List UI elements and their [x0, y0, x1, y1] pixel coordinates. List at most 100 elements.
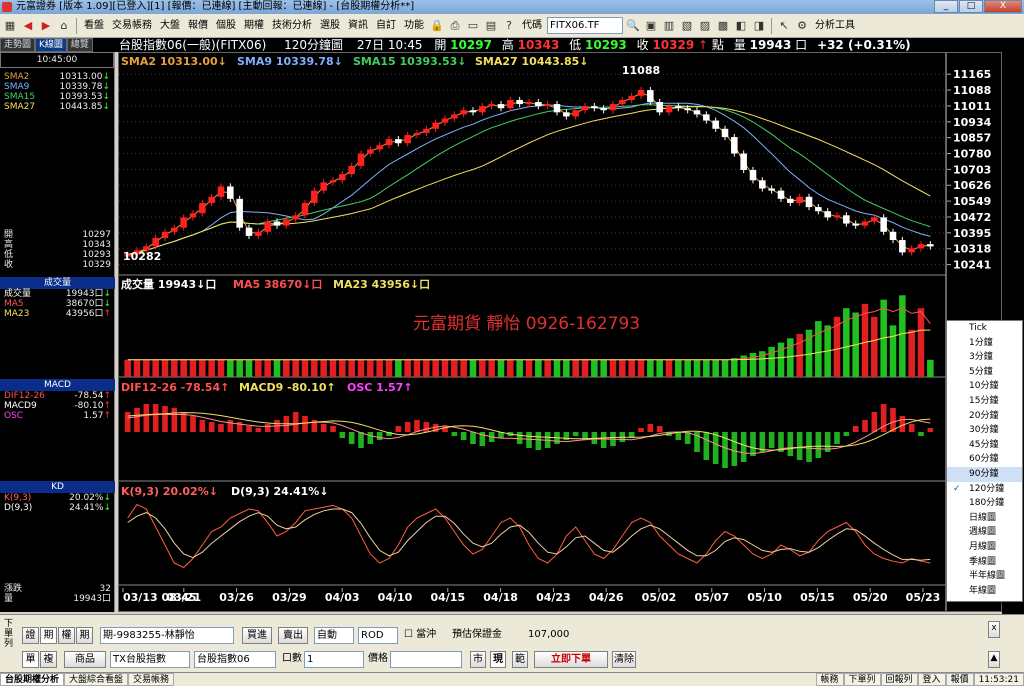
- range-button[interactable]: 範: [512, 651, 528, 668]
- sell-button[interactable]: 賣出: [278, 627, 308, 644]
- forward-icon[interactable]: ▶: [38, 18, 54, 34]
- period-menu-item[interactable]: 日線圖: [947, 511, 1022, 526]
- lock-icon[interactable]: 🔒: [429, 18, 445, 34]
- period-menu-item[interactable]: 3分鐘: [947, 350, 1022, 365]
- toolbar-icon-4[interactable]: ▨: [697, 18, 713, 34]
- status-accounts[interactable]: 帳務: [815, 673, 844, 686]
- tab-multi[interactable]: 複: [40, 651, 57, 668]
- candle-body: [488, 104, 495, 107]
- period-menu-item[interactable]: 90分鐘: [947, 466, 1022, 482]
- volume-bar: [208, 359, 215, 377]
- status-tab-analysis[interactable]: 台股期權分析: [0, 673, 65, 686]
- search-icon[interactable]: 🔍: [625, 18, 641, 34]
- period-menu-item[interactable]: 半年線圖: [947, 569, 1022, 584]
- toolbar-icon-2[interactable]: ▥: [661, 18, 677, 34]
- home-icon[interactable]: ⌂: [56, 18, 72, 34]
- status-report-bar[interactable]: 回報列: [880, 673, 918, 686]
- tab-overview[interactable]: 總覽: [66, 38, 93, 52]
- toolbar-icon-1[interactable]: ▣: [643, 18, 659, 34]
- menu-item-watch[interactable]: 看盤: [81, 17, 107, 35]
- clear-button[interactable]: 清除: [612, 651, 636, 668]
- volume-bar: [703, 359, 710, 377]
- toolbar-icon-3[interactable]: ▧: [679, 18, 695, 34]
- period-menu-item[interactable]: 20分鐘: [947, 409, 1022, 424]
- settings-icon[interactable]: ⚙: [794, 18, 810, 34]
- period-menu-item[interactable]: 5分鐘: [947, 365, 1022, 380]
- analysis-tools-menu[interactable]: 分析工具: [812, 17, 858, 35]
- period-menu-item[interactable]: 年線圖: [947, 584, 1022, 599]
- cursor-icon[interactable]: ↖: [776, 18, 792, 34]
- maximize-button[interactable]: □: [959, 0, 983, 13]
- period-menu-item[interactable]: 週線圖: [947, 525, 1022, 540]
- market-button[interactable]: 市: [470, 651, 486, 668]
- tab-kline[interactable]: K線圖: [35, 38, 67, 52]
- minimize-button[interactable]: _: [934, 0, 958, 13]
- period-menu-item[interactable]: 15分鐘: [947, 394, 1022, 409]
- macd-osc-bar: [395, 426, 402, 432]
- candle-body: [460, 110, 467, 115]
- menu-item-stock[interactable]: 個股: [213, 17, 239, 35]
- status-tab-account[interactable]: 交易帳務: [128, 673, 175, 686]
- toolbar-icon-7[interactable]: ◨: [751, 18, 767, 34]
- product-button[interactable]: 商品: [64, 651, 106, 668]
- help-icon[interactable]: ?: [501, 18, 517, 34]
- period-menu-item[interactable]: 180分鐘: [947, 496, 1022, 511]
- menu-item-custom[interactable]: 自訂: [373, 17, 399, 35]
- price-input[interactable]: [390, 651, 462, 668]
- close-button[interactable]: X: [984, 0, 1022, 13]
- period-menu-item[interactable]: 1分鐘: [947, 336, 1022, 351]
- window-icon[interactable]: ▭: [465, 18, 481, 34]
- period-menu-item[interactable]: ✓ 120分鐘: [947, 482, 1022, 497]
- status-tab-market[interactable]: 大盤綜合看盤: [64, 673, 129, 686]
- period-menu-item[interactable]: 10分鐘: [947, 379, 1022, 394]
- period-menu-item[interactable]: 30分鐘: [947, 423, 1022, 438]
- period-menu-item[interactable]: 60分鐘: [947, 452, 1022, 467]
- volume-bar: [124, 359, 131, 377]
- account-select[interactable]: 期-9983255-林靜怡: [100, 627, 234, 644]
- contract-select[interactable]: 台股指數06: [194, 651, 276, 668]
- macd-osc-bar: [703, 432, 710, 460]
- menu-item-tech[interactable]: 技術分析: [269, 17, 315, 35]
- period-menu-item[interactable]: 季線圖: [947, 555, 1022, 570]
- menu-item-trade[interactable]: 交易帳務: [109, 17, 155, 35]
- panel-row-label: MA23: [4, 309, 30, 319]
- chart-area[interactable]: 11088 10282 SMA2 10313.00↓ SMA9 10339.78↓ SM…: [118, 52, 947, 612]
- toolbar-icon-5[interactable]: ▩: [715, 18, 731, 34]
- rod-select[interactable]: ROD: [358, 627, 398, 644]
- menu-item-options[interactable]: 期權: [241, 17, 267, 35]
- back-icon[interactable]: ◀: [20, 18, 36, 34]
- product-select[interactable]: TX台股指數: [110, 651, 190, 668]
- daytrade-checkbox[interactable]: ☐ 當沖: [404, 627, 436, 643]
- buy-button[interactable]: 買進: [242, 627, 272, 644]
- x-tick-label: 04/26: [589, 591, 624, 604]
- tab-trend[interactable]: 走勢圖: [0, 38, 36, 52]
- status-order-bar[interactable]: 下單列: [843, 673, 881, 686]
- submit-order-button[interactable]: 立即下單: [534, 651, 608, 668]
- menu-item-market[interactable]: 大盤: [157, 17, 183, 35]
- tab-single[interactable]: 單: [22, 651, 39, 668]
- tab-options[interactable]: 權: [58, 627, 75, 644]
- menu-item-functions[interactable]: 功能: [401, 17, 427, 35]
- panel-row-value: 10297: [82, 230, 111, 240]
- volume-bar: [675, 359, 682, 377]
- menu-item-quote[interactable]: 報價: [185, 17, 211, 35]
- order-close-icon[interactable]: x: [988, 621, 1000, 638]
- x-tick-label: 03/29: [272, 591, 307, 604]
- tab-futures-2[interactable]: 期: [76, 627, 93, 644]
- period-menu-item[interactable]: 月線圖: [947, 540, 1022, 555]
- chart-icon[interactable]: ▤: [483, 18, 499, 34]
- period-menu-item[interactable]: 45分鐘: [947, 438, 1022, 453]
- toolbar-icon-6[interactable]: ◧: [733, 18, 749, 34]
- grid-icon[interactable]: ▦: [2, 18, 18, 34]
- menu-item-screener[interactable]: 選股: [317, 17, 343, 35]
- lots-input[interactable]: 1: [304, 651, 364, 668]
- order-collapse-icon[interactable]: ▲: [988, 651, 1000, 668]
- mode-select[interactable]: 自動: [314, 627, 354, 644]
- current-price-button[interactable]: 現: [490, 651, 506, 668]
- print-icon[interactable]: ⎙: [447, 18, 463, 34]
- period-menu-item[interactable]: Tick: [947, 321, 1022, 336]
- menu-item-info[interactable]: 資訊: [345, 17, 371, 35]
- tab-stock[interactable]: 證: [22, 627, 39, 644]
- code-input[interactable]: FITX06.TF: [547, 17, 623, 34]
- tab-futures[interactable]: 期: [40, 627, 57, 644]
